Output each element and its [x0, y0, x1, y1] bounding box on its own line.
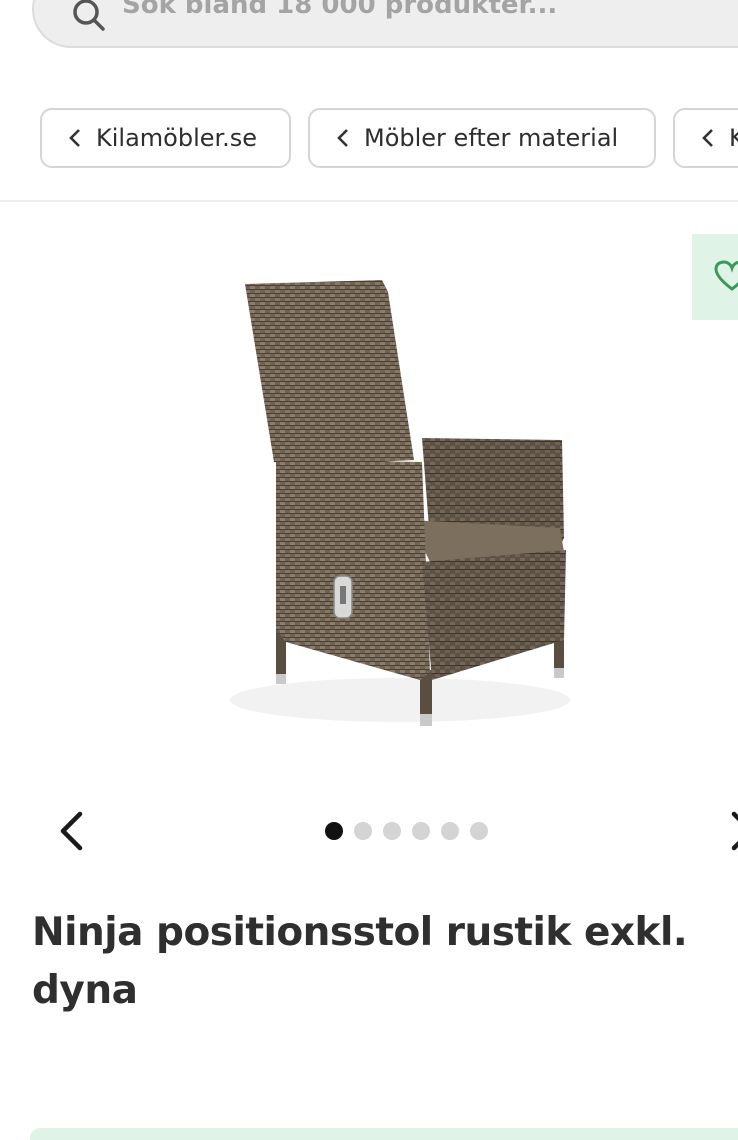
carousel-dot[interactable]	[470, 822, 488, 840]
carousel-prev-button[interactable]	[56, 810, 86, 852]
carousel-dots	[325, 822, 488, 840]
product-page: Sök bland 18 000 produkter... Kilamöbler…	[0, 0, 738, 1140]
chevron-left-icon	[702, 129, 713, 147]
breadcrumb-label: Möbler efter material	[364, 124, 619, 152]
add-to-cart-bar[interactable]	[30, 1128, 738, 1140]
carousel-dot[interactable]	[383, 822, 401, 840]
carousel-dot[interactable]	[325, 822, 343, 840]
divider	[0, 200, 738, 202]
product-title: Ninja positionsstol rustik exkl. dyna	[32, 910, 688, 1013]
breadcrumb-item-kilamobler[interactable]: Kilamöbler.se	[40, 108, 291, 168]
search-input[interactable]: Sök bland 18 000 produkter...	[122, 0, 557, 20]
breadcrumb-label: Kilamöbler.se	[96, 124, 258, 152]
carousel-dot[interactable]	[354, 822, 372, 840]
breadcrumb: Kilamöbler.se Möbler efter material K	[40, 108, 738, 170]
chevron-left-icon	[69, 129, 80, 147]
search-icon	[73, 0, 105, 31]
breadcrumb-item-mobler-efter-material[interactable]: Möbler efter material	[308, 108, 656, 168]
wishlist-button[interactable]	[692, 234, 738, 320]
carousel-next-button[interactable]	[728, 810, 738, 852]
breadcrumb-item-next[interactable]: K	[673, 108, 738, 168]
carousel-dot[interactable]	[441, 822, 459, 840]
chevron-left-icon	[337, 129, 348, 147]
search-bar[interactable]: Sök bland 18 000 produkter...	[32, 0, 738, 48]
breadcrumb-label: K	[729, 124, 738, 152]
carousel-dot[interactable]	[412, 822, 430, 840]
product-image[interactable]	[200, 270, 600, 750]
heart-icon	[714, 260, 738, 291]
